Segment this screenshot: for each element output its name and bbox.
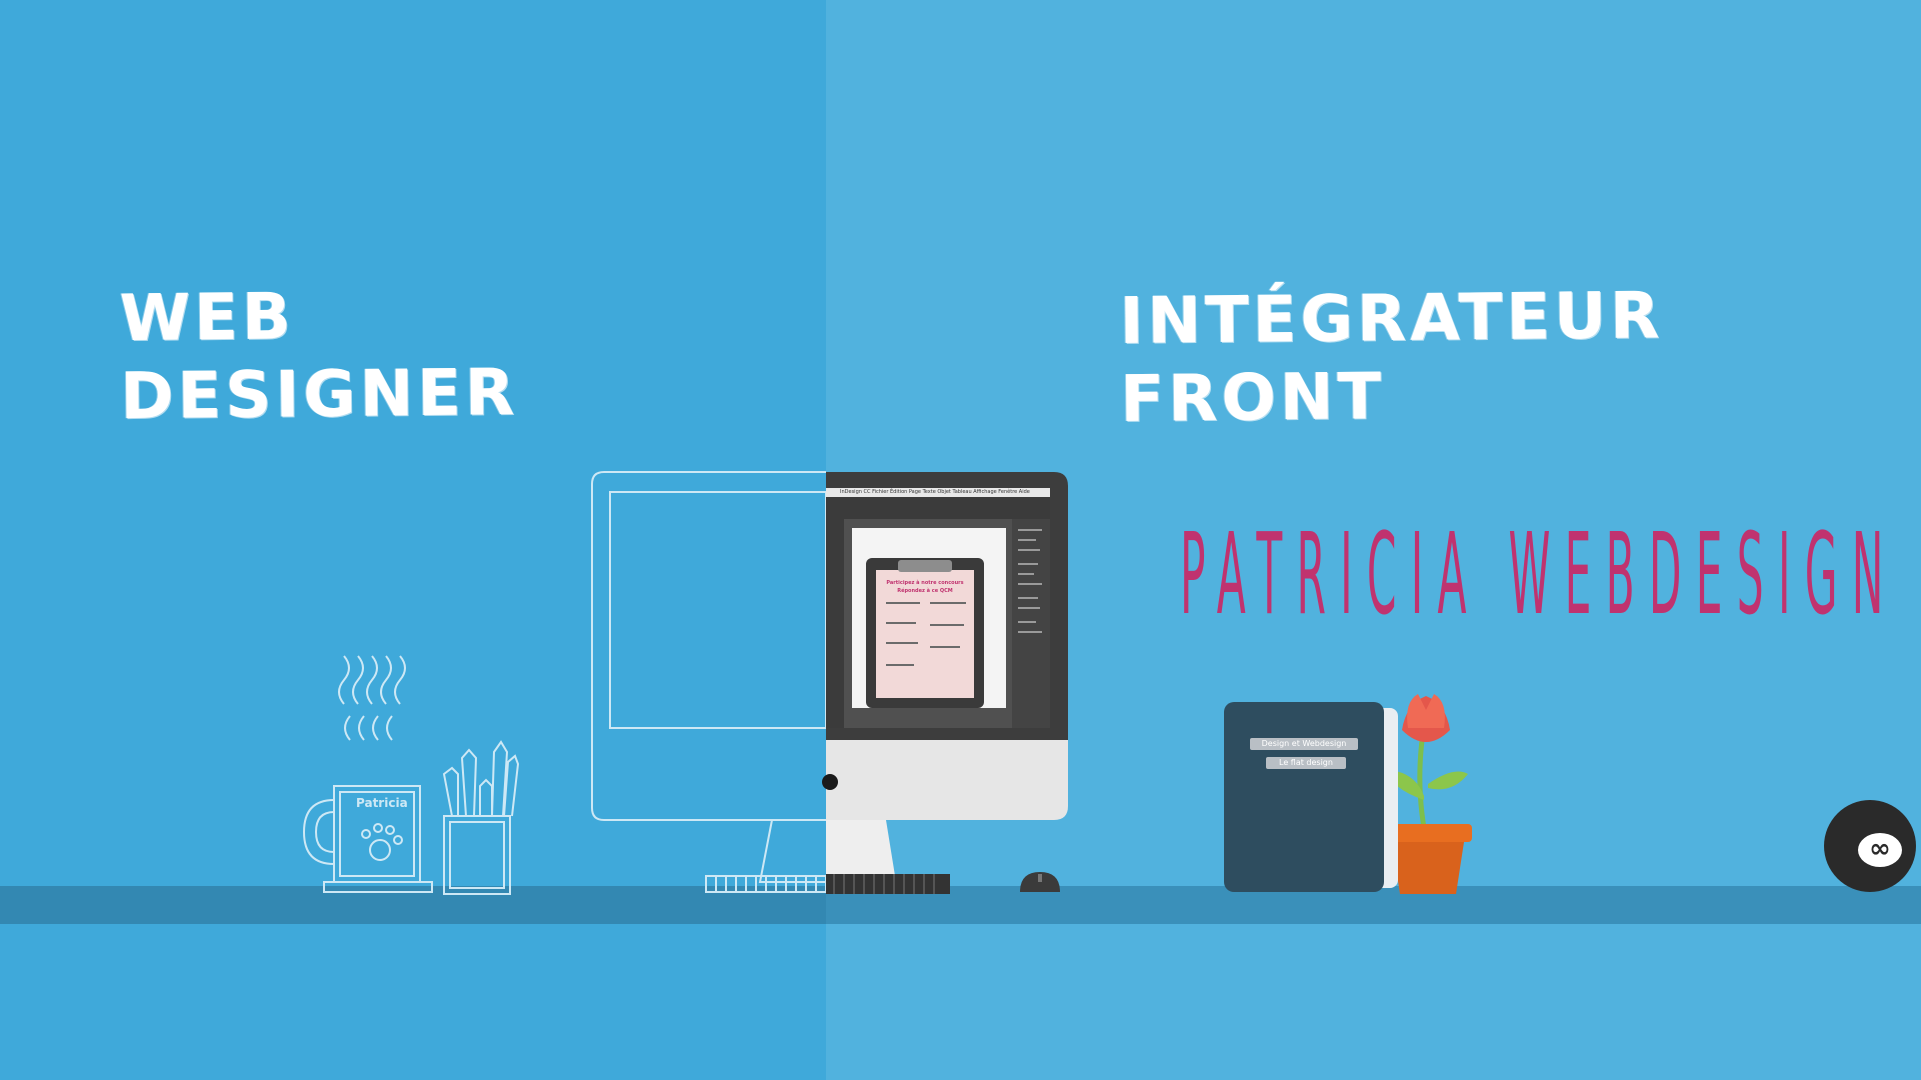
doc-line (930, 646, 960, 648)
doc-line (886, 642, 918, 644)
pencil-cup-outline-icon (442, 740, 520, 895)
book-icon (1224, 702, 1384, 892)
doc-line (930, 602, 966, 604)
monitor-outline-icon (591, 471, 827, 893)
app-menubar: InDesign CC Fichier Édition Page Texte O… (826, 488, 1050, 497)
app-tools-panel (826, 519, 844, 728)
clipboard-clip (898, 560, 952, 572)
doc-title-1: Participez à notre concours (886, 580, 964, 586)
doc-title-2: Répondez à ce QCM (897, 588, 953, 594)
mug-label: Patricia (356, 796, 408, 810)
doc-line (886, 664, 914, 666)
app-side-panel (1012, 519, 1050, 728)
mug-outline-icon (302, 655, 433, 893)
book-label-1: Design et Webdesign (1250, 738, 1358, 750)
mouse-icon (1020, 872, 1060, 892)
app-toolbar (826, 497, 1050, 519)
doc-line (886, 622, 916, 624)
doc-line (886, 602, 920, 604)
doc-line (930, 624, 964, 626)
infinity-icon[interactable]: ∞ (1858, 833, 1902, 867)
book-label-2: Le flat design (1266, 757, 1346, 769)
